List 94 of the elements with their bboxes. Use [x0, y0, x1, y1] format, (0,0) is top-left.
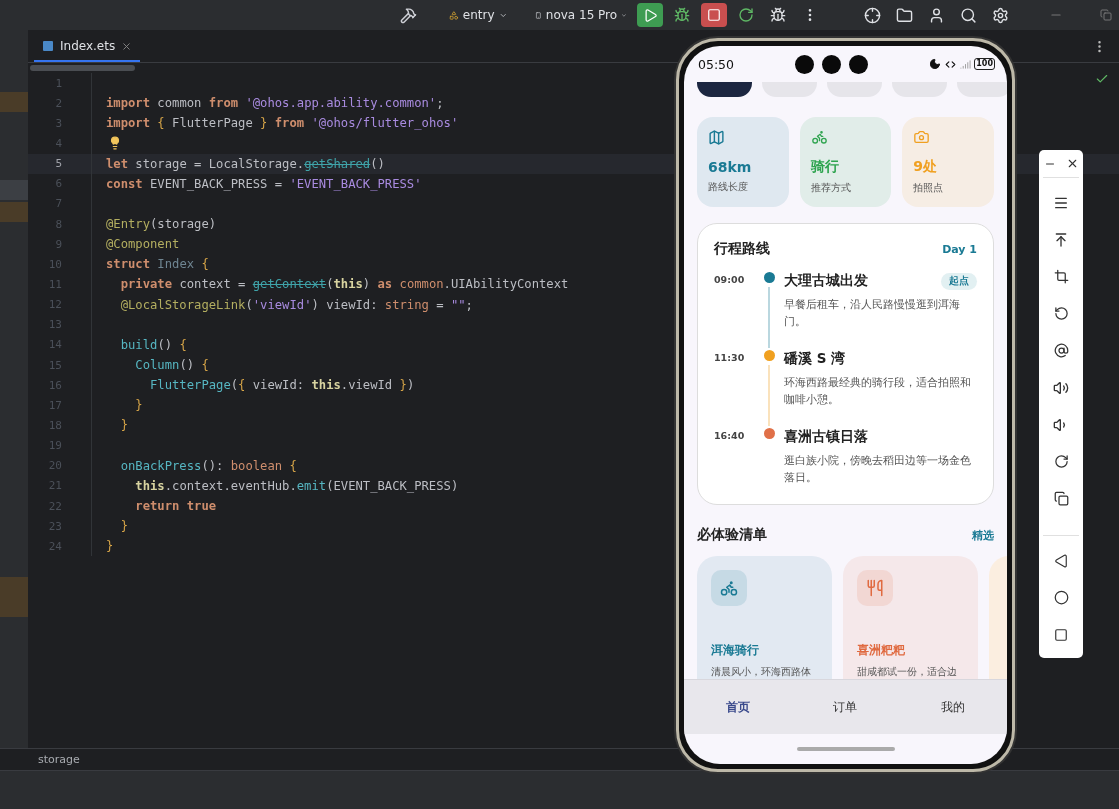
stop-title: 喜洲古镇日落	[784, 428, 868, 446]
stop-description: 早餐后租车，沿人民路慢慢逛到洱海门。	[784, 297, 961, 330]
rotate-icon	[1053, 454, 1069, 469]
camera-cutout	[849, 54, 869, 74]
circle-icon	[1053, 590, 1069, 605]
section-title: 必体验清单	[697, 526, 767, 544]
stat-value: 9处	[913, 158, 939, 176]
change-marker	[0, 92, 28, 112]
code-line: let storage = LocalStorage.getShared()	[106, 156, 385, 171]
code-line: }	[106, 539, 114, 554]
battery-level: 100	[974, 58, 995, 70]
route-title: 行程路线	[714, 240, 770, 258]
crop-icon	[1053, 269, 1069, 284]
code-line: struct Index {	[106, 257, 209, 272]
stop-description: 环海西路最经典的骑行段，适合拍照和咖啡小憩。	[784, 375, 972, 408]
code-line: this.context.eventHub.emit(EVENT_BACK_PRESS)	[134, 478, 459, 493]
code-line: return true	[134, 499, 217, 513]
back-icon	[1054, 553, 1068, 568]
nav-tab[interactable]: 订单	[815, 698, 876, 716]
file-icon	[42, 40, 54, 52]
rotate-icon	[1053, 306, 1069, 321]
code-line: private context = getContext(this) as common.UIAbilityContext	[119, 277, 569, 292]
code-line: }	[134, 398, 143, 413]
code-line: }	[119, 519, 128, 534]
camera-cutout	[795, 54, 815, 74]
day-label: Day 1	[942, 242, 977, 256]
stop-time: 09:00	[714, 273, 746, 287]
experience-title: 洱海骑行	[711, 642, 760, 659]
bicycle-icon	[720, 579, 738, 597]
play-icon	[642, 7, 658, 23]
hammer-icon	[399, 6, 417, 24]
bug-icon	[770, 7, 786, 23]
module-dropdown[interactable]: entry	[445, 3, 512, 27]
code-line: Column() {	[134, 358, 209, 373]
change-marker	[0, 202, 28, 222]
editor-tab[interactable]: Index.ets	[34, 32, 141, 62]
code-line: build() {	[119, 337, 187, 352]
square-icon	[707, 8, 721, 22]
stop-time: 11:30	[714, 351, 746, 365]
filter-chip[interactable]	[697, 82, 752, 97]
status-text: storage	[38, 753, 80, 766]
code-line: @Entry(storage)	[106, 217, 217, 232]
stop-button[interactable]	[701, 3, 727, 27]
nav-tab[interactable]: 我的	[923, 698, 984, 716]
line-number: 5	[54, 157, 62, 171]
fork-knife-icon	[866, 579, 884, 597]
code-line: @LocalStorageLink('viewId') viewId: string = "";	[119, 297, 473, 312]
restore-icon	[1100, 9, 1112, 21]
camera-cutout	[822, 54, 842, 74]
scrollbar[interactable]	[30, 65, 135, 71]
settings-icon	[991, 6, 1009, 24]
run-button[interactable]	[637, 3, 663, 27]
crosshair-icon	[863, 6, 881, 24]
check-icon	[1095, 72, 1109, 86]
code-line: const EVENT_BACK_PRESS = 'EVENT_BACK_PRESS'	[106, 176, 422, 191]
at-sign-icon	[1053, 343, 1069, 358]
stat-label: 路线长度	[708, 180, 749, 194]
featured-link[interactable]: 精选	[972, 527, 994, 543]
change-marker	[0, 577, 28, 617]
search-icon	[959, 6, 977, 24]
camera-icon	[913, 129, 931, 145]
stat-value: 68km	[708, 159, 753, 175]
copy-icon	[1053, 491, 1069, 506]
stat-value: 骑行	[810, 158, 840, 176]
map-icon	[708, 129, 725, 146]
experience-description: 甜咸都试一份，适合边	[857, 665, 958, 679]
device-dropdown[interactable]: nova 15 Pro	[531, 3, 631, 27]
moon-icon	[929, 58, 942, 70]
volume-up-icon	[1053, 379, 1069, 396]
bug-icon	[674, 7, 690, 23]
stop-time: 16:40	[714, 429, 746, 443]
experience-title: 喜洲粑粑	[857, 642, 906, 659]
stat-label: 拍照点	[913, 181, 945, 195]
nav-tab[interactable]: 首页	[707, 698, 768, 716]
code-line: @Component	[106, 237, 180, 252]
code-line: }	[119, 418, 128, 433]
arrow-up-icon	[1053, 231, 1069, 248]
stop-title: 大理古城出发	[784, 272, 868, 290]
clock: 05:50	[698, 56, 735, 72]
code-line: import common from '@ohos.app.ability.common';	[106, 96, 444, 111]
refresh-icon	[738, 7, 754, 23]
folder-icon	[895, 6, 913, 24]
code-line: import { FlutterPage } from '@ohos/flutter_ohos'	[106, 116, 459, 131]
lightbulb-icon[interactable]	[108, 136, 122, 151]
code-line: onBackPress(): boolean {	[119, 458, 297, 473]
code-line: FlutterPage({ viewId: this.viewId })	[149, 378, 415, 393]
start-tag: 起点	[941, 272, 977, 290]
stat-label: 推荐方式	[810, 181, 852, 195]
stop-description: 逛白族小院，傍晚去稻田边等一场金色落日。	[784, 453, 972, 486]
bicycle-icon	[810, 129, 828, 145]
stop-title: 磻溪 S 湾	[784, 350, 846, 368]
square-icon	[1054, 627, 1068, 642]
signal-icon	[960, 58, 972, 70]
experience-description: 清晨风小，环海西路体	[711, 665, 812, 679]
